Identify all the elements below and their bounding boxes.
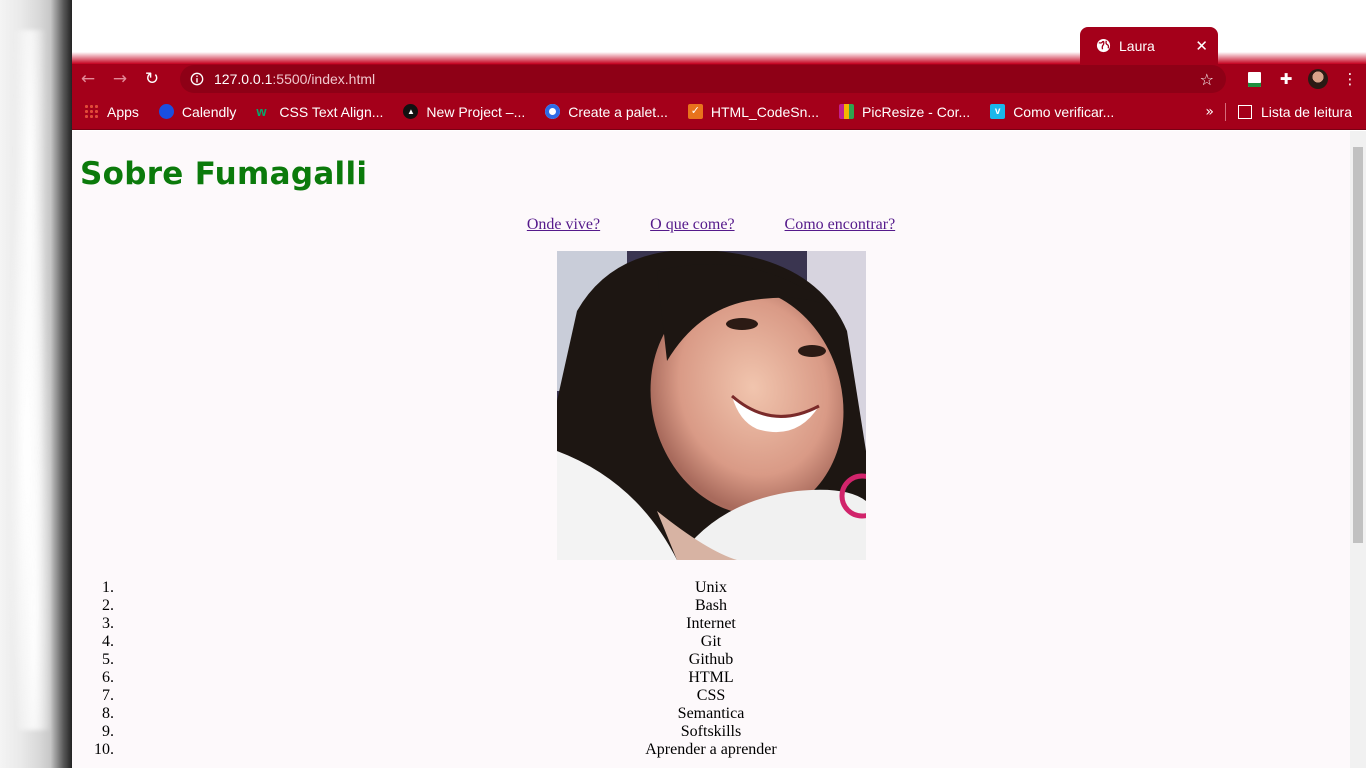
list-item: Github	[118, 651, 1350, 669]
vimeo-icon: v	[990, 104, 1006, 119]
profile-photo	[557, 251, 866, 560]
bookmark-html-codesnippets[interactable]: ✓ HTML_CodeSn...	[676, 98, 827, 126]
bookmark-label: New Project –...	[426, 103, 526, 120]
bookmark-label: Create a palet...	[568, 103, 668, 120]
list-item: Bash	[118, 597, 1350, 615]
url-path: :5500/index.html	[272, 71, 376, 87]
reading-list-label: Lista de leitura	[1260, 104, 1352, 120]
address-bar[interactable]: 127.0.0.1:5500/index.html ☆	[180, 65, 1226, 93]
bookmark-picresize[interactable]: PicResize - Cor...	[827, 98, 978, 126]
list-item: HTML	[118, 669, 1350, 687]
bookmark-create-palette[interactable]: Create a palet...	[533, 98, 676, 126]
triangle-icon: ▲	[403, 104, 419, 119]
bookmark-css-text-align[interactable]: w CSS Text Align...	[244, 98, 391, 126]
close-tab-icon[interactable]: ✕	[1195, 37, 1208, 55]
list-item: Semantica	[118, 705, 1350, 723]
browser-toolbar: ← → ↻ 127.0.0.1:5500/index.html ☆ ✚ ⋮	[72, 64, 1366, 94]
bookmark-new-project[interactable]: ▲ New Project –...	[391, 98, 533, 126]
link-o-que-come[interactable]: O que come?	[650, 216, 734, 233]
portrait-image	[557, 251, 866, 560]
menu-kebab-icon[interactable]: ⋮	[1334, 64, 1366, 94]
page-title: Sobre Fumagalli	[80, 156, 368, 192]
extensions-puzzle-icon[interactable]: ✚	[1270, 64, 1302, 94]
reading-list-icon	[1237, 105, 1252, 119]
list-item: Git	[118, 633, 1350, 651]
bookmark-label: CSS Text Align...	[279, 103, 384, 120]
back-button[interactable]: ←	[72, 64, 104, 94]
link-onde-vive[interactable]: Onde vive?	[527, 216, 600, 233]
reload-button[interactable]: ↻	[136, 64, 168, 94]
toolbar-actions: ✚ ⋮	[1238, 64, 1366, 94]
page-viewport: Sobre Fumagalli Onde vive? O que come? Com…	[72, 131, 1350, 768]
list-item: Unix	[118, 579, 1350, 597]
bookmark-apps[interactable]: Apps	[72, 98, 147, 126]
tab-strip: Laura ✕	[72, 0, 1366, 64]
list-item: Aprender a aprender	[118, 741, 1350, 759]
bookmark-label: PicResize - Cor...	[862, 103, 971, 120]
blurred-desktop-edge	[0, 0, 72, 768]
calendly-icon	[158, 104, 174, 119]
reading-list-button[interactable]: Lista de leitura	[1237, 94, 1352, 130]
bookmark-star-icon[interactable]: ☆	[1200, 70, 1214, 89]
more-bookmarks-chevron-icon[interactable]: »	[1205, 94, 1214, 130]
picresize-icon	[839, 104, 855, 119]
url-text[interactable]: 127.0.0.1:5500/index.html	[214, 71, 375, 87]
list-item: CSS	[118, 687, 1350, 705]
url-host: 127.0.0.1	[214, 71, 273, 87]
coolors-icon	[545, 104, 561, 119]
tab-title: Laura	[1119, 37, 1155, 54]
globe-icon	[1096, 38, 1111, 53]
check-icon: ✓	[687, 104, 703, 119]
bookmark-label: HTML_CodeSn...	[710, 103, 820, 120]
skills-list: Unix Bash Internet Git Github HTML CSS S…	[72, 579, 1350, 759]
w3schools-icon: w	[256, 104, 267, 119]
forward-button[interactable]: →	[104, 64, 136, 94]
profile-avatar[interactable]	[1302, 64, 1334, 94]
bookmark-calendly[interactable]: Calendly	[147, 98, 244, 126]
vertical-scrollbar[interactable]	[1350, 131, 1366, 768]
bookmark-label: Calendly	[181, 103, 237, 120]
avatar	[1308, 69, 1328, 89]
list-item: Softskills	[118, 723, 1350, 741]
scrollbar-thumb[interactable]	[1353, 147, 1363, 543]
sheets-extension-icon[interactable]	[1238, 64, 1270, 94]
list-item: Internet	[118, 615, 1350, 633]
bookmark-label: Como verificar...	[1013, 103, 1115, 120]
page-nav-links: Onde vive? O que come? Como encontrar?	[72, 216, 1350, 234]
bookmarks-divider	[1225, 103, 1226, 121]
bookmark-label: Apps	[107, 103, 139, 120]
bookmarks-bar: Apps Calendly w CSS Text Align... ▲ New …	[72, 94, 1366, 130]
tab-laura[interactable]: Laura ✕	[1080, 27, 1218, 64]
info-icon[interactable]	[190, 72, 204, 86]
apps-grid-icon	[84, 104, 99, 119]
link-como-encontrar[interactable]: Como encontrar?	[785, 216, 896, 233]
bookmark-como-verificar[interactable]: v Como verificar...	[978, 98, 1122, 126]
